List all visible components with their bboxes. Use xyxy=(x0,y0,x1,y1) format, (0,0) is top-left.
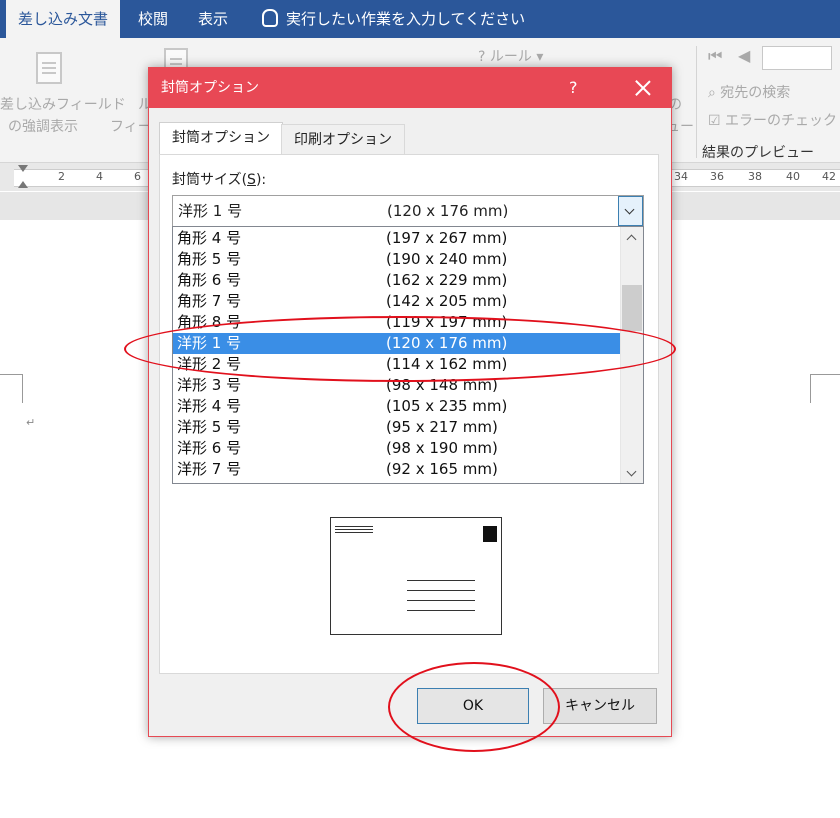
ruler-number: 34 xyxy=(674,170,688,183)
delivery-address-line xyxy=(407,600,475,601)
return-address-line xyxy=(335,529,373,530)
delivery-address-line xyxy=(407,610,475,611)
check-errors-button[interactable]: ☑ エラーのチェック xyxy=(708,110,837,130)
tell-me-box[interactable]: 実行したい作業を入力してください xyxy=(262,0,525,38)
annotation-oval-ok-button xyxy=(388,662,560,752)
lightbulb-icon xyxy=(262,9,278,27)
ruler-number: 38 xyxy=(748,170,762,183)
scroll-down-button[interactable] xyxy=(621,463,643,483)
help-button[interactable]: ? xyxy=(569,68,578,108)
close-icon[interactable] xyxy=(635,80,651,96)
tab-printing-options[interactable]: 印刷オプション xyxy=(281,124,405,155)
tab-review[interactable]: 校閲 xyxy=(138,0,168,38)
envelope-preview xyxy=(330,517,502,635)
delivery-address-line xyxy=(407,580,475,581)
dialog-titlebar[interactable]: 封筒オプション ? xyxy=(149,68,671,108)
list-item[interactable]: 洋形 4 号 (105 x 235 mm) xyxy=(173,396,620,417)
list-item[interactable]: 角形 6 号 (162 x 229 mm) xyxy=(173,270,620,291)
previous-record-icon[interactable]: ◀ xyxy=(738,46,750,65)
margin-corner-right xyxy=(810,374,840,403)
preview-results-group-label: 結果のプレビュー xyxy=(702,145,814,161)
ribbon-tab-bar: 差し込み文書 校閲 表示 実行したい作業を入力してください xyxy=(0,0,840,38)
ruler-number: 40 xyxy=(786,170,800,183)
envelope-options-dialog: 封筒オプション ? 封筒オプション 印刷オプション 封筒サイズ(S): 洋形 1… xyxy=(148,67,672,737)
tab-view[interactable]: 表示 xyxy=(198,0,228,38)
return-address-line xyxy=(335,532,373,533)
first-line-indent-marker[interactable] xyxy=(18,165,28,172)
ruler-number: 42 xyxy=(822,170,836,183)
paragraph-mark-icon: ↵ xyxy=(26,416,36,429)
tab-envelope-options[interactable]: 封筒オプション xyxy=(159,122,283,155)
highlight-fields-icon xyxy=(36,52,62,84)
tab-mailings[interactable]: 差し込み文書 xyxy=(6,0,121,38)
scroll-thumb[interactable] xyxy=(622,285,642,331)
stamp-icon xyxy=(483,526,497,542)
record-number-input[interactable] xyxy=(762,46,832,70)
first-record-icon[interactable]: ⏮ xyxy=(708,46,722,66)
highlight-fields-label-2[interactable]: の強調表示 xyxy=(8,116,78,136)
cancel-button[interactable]: キャンセル xyxy=(543,688,657,724)
hanging-indent-marker[interactable] xyxy=(18,181,28,188)
list-item[interactable]: 角形 7 号 (142 x 205 mm) xyxy=(173,291,620,312)
chevron-down-icon xyxy=(624,204,635,215)
envelope-size-label: 封筒サイズ(S): xyxy=(172,172,267,188)
envelope-size-combobox[interactable]: 洋形 1 号 (120 x 176 mm) xyxy=(172,195,644,227)
ribbon-divider xyxy=(696,46,697,158)
list-item[interactable]: 洋形 5 号 (95 x 217 mm) xyxy=(173,417,620,438)
envelope-options-panel: 封筒サイズ(S): 洋形 1 号 (120 x 176 mm) 角形 4 号 (1… xyxy=(159,154,659,674)
delivery-address-line xyxy=(407,590,475,591)
find-recipient-button[interactable]: ⌕ 宛先の検索 xyxy=(708,82,790,102)
ruler-number: 36 xyxy=(710,170,724,183)
ruler-number: 2 xyxy=(58,170,65,183)
chevron-down-icon xyxy=(626,466,637,477)
selected-size-dims: (120 x 176 mm) xyxy=(387,202,509,220)
list-item[interactable]: 洋形 6 号 (98 x 190 mm) xyxy=(173,438,620,459)
annotation-oval-selected-item xyxy=(124,316,676,382)
scroll-up-button[interactable] xyxy=(621,227,643,247)
dropdown-arrow-button[interactable] xyxy=(618,196,643,226)
ribbon-fragment-2: フィー xyxy=(110,119,152,135)
margin-corner-left xyxy=(0,374,23,403)
highlight-fields-label-1[interactable]: 差し込みフィールド xyxy=(0,94,126,114)
ruler-number: 6 xyxy=(134,170,141,183)
ruler-number: 4 xyxy=(96,170,103,183)
return-address-line xyxy=(335,526,373,527)
selected-size-name: 洋形 1 号 xyxy=(178,202,243,220)
list-item[interactable]: 角形 4 号 (197 x 267 mm) xyxy=(173,228,620,249)
list-item[interactable]: 角形 5 号 (190 x 240 mm) xyxy=(173,249,620,270)
chevron-up-icon xyxy=(626,234,637,245)
tell-me-text: 実行したい作業を入力してください xyxy=(286,10,526,28)
dialog-title: 封筒オプション xyxy=(161,80,259,96)
list-item[interactable]: 洋形 7 号 (92 x 165 mm) xyxy=(173,459,620,480)
rules-button[interactable]: ? ルール ▾ xyxy=(478,46,543,66)
